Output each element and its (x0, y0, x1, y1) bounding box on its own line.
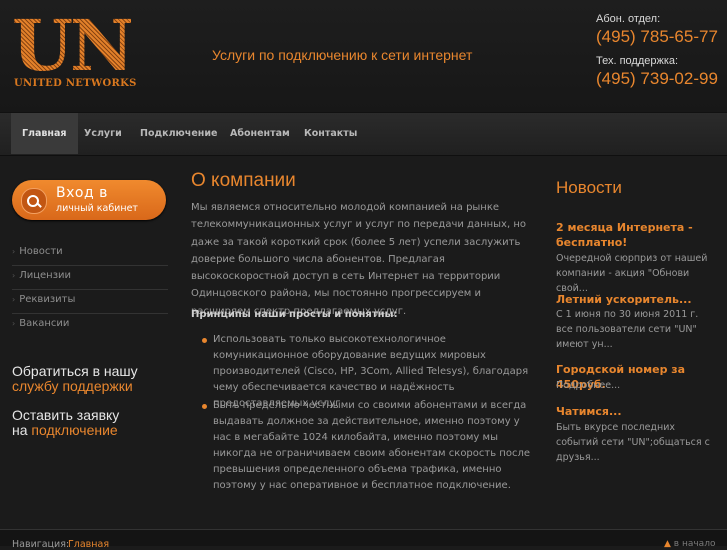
sidebar-item-licenses[interactable]: › Лицензии (12, 265, 168, 290)
news-title: Новости (556, 178, 622, 197)
logo-subtitle: UNITED NETWORKS (14, 78, 137, 89)
news-item-text: С 1 июня по 30 июня 2011 г. все пользова… (556, 309, 699, 350)
sidebar-item-label: Реквизиты (19, 294, 76, 305)
principle-item: Быть предельно честными со своими абонен… (202, 398, 533, 494)
order-cta-line2: на подключение (12, 423, 119, 438)
bullet-icon: › (12, 295, 16, 304)
back-to-top-link[interactable]: ▲ в начало (664, 539, 715, 549)
principles-heading: Принципы наши просты и понятны: (191, 309, 398, 320)
order-cta[interactable]: Оставить заявку на подключение (12, 408, 119, 438)
nav-item-subscribers[interactable]: Абонентам (230, 113, 290, 154)
support-phone: (495) 739-02-99 (596, 69, 718, 88)
sidebar-item-vacancies[interactable]: › Вакансии (12, 313, 168, 337)
bullet-icon: › (12, 319, 16, 328)
news-item-text: Подробнее... (556, 380, 621, 391)
nav-item-services[interactable]: Услуги (84, 113, 122, 154)
sidebar-item-label: Лицензии (19, 270, 72, 281)
sales-phone: (495) 785-65-77 (596, 27, 718, 46)
about-paragraph: Мы являемся относительно молодой компани… (191, 202, 526, 317)
order-cta-link: подключение (31, 422, 118, 438)
page-title: О компании (191, 170, 296, 191)
news-item-text: Очередной сюрприз от нашей компании - ак… (556, 253, 708, 294)
header: UN UNITED NETWORKS Услуги по подключению… (0, 0, 727, 112)
sidebar-item-label: Новости (19, 246, 63, 257)
support-cta-line2: службу поддержки (12, 378, 133, 394)
sidebar-item-requisites[interactable]: › Реквизиты (12, 289, 168, 314)
bullet-icon: › (12, 247, 16, 256)
order-cta-line1: Оставить заявку (12, 407, 120, 423)
login-subtitle: личный кабинет (56, 203, 138, 214)
support-label: Тех. поддержка: (596, 55, 679, 67)
back-to-top-label: в начало (673, 539, 716, 549)
key-icon (21, 188, 47, 214)
support-cta[interactable]: Обратиться в нашу службу поддержки (12, 364, 138, 394)
login-button[interactable]: Вход в личный кабинет (12, 180, 166, 220)
support-cta-line1: Обратиться в нашу (12, 363, 138, 379)
bullet-icon: › (12, 271, 16, 280)
news-item-text: Быть вкурсе последних событий сети "UN";… (556, 422, 710, 463)
nav-item-connection[interactable]: Подключение (140, 113, 217, 154)
sales-label: Абон. отдел: (596, 13, 661, 25)
login-title: Вход в (56, 185, 108, 201)
site-tagline: Услуги по подключению к сети интернет (212, 47, 473, 63)
sidebar-item-label: Вакансии (19, 318, 70, 329)
sidebar-item-news[interactable]: › Новости (12, 241, 168, 266)
news-item-title[interactable]: 2 месяца Интернета - бесплатно! (556, 220, 716, 250)
news-item-title[interactable]: Летний ускоритель... (556, 292, 692, 307)
news-item-title[interactable]: Чатимся... (556, 404, 622, 419)
main-nav: Главная Услуги Подключение Абонентам Кон… (0, 112, 727, 156)
logo-mark: UN (12, 4, 134, 87)
footer: Навигация: Главная ▲ в начало (0, 529, 727, 550)
logo[interactable]: UN UNITED NETWORKS (12, 6, 144, 94)
order-cta-prefix: на (12, 422, 28, 438)
arrow-up-icon: ▲ (664, 539, 671, 549)
nav-item-contacts[interactable]: Контакты (304, 113, 357, 154)
nav-item-home[interactable]: Главная (11, 113, 78, 154)
